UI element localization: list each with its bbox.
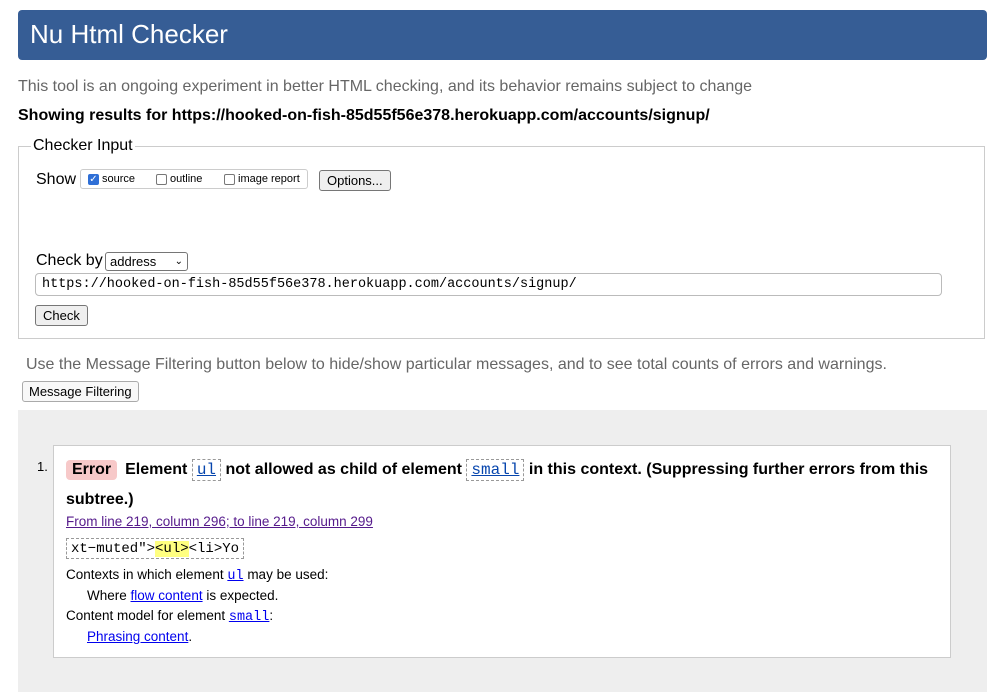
flow-content-link[interactable]: flow content: [131, 588, 203, 603]
element-code-small[interactable]: small: [466, 459, 525, 481]
extract-after: <li>Yo: [188, 541, 240, 557]
element-link-small[interactable]: small: [229, 610, 270, 625]
message-filtering-help: Use the Message Filtering button below t…: [26, 356, 887, 373]
context-text: .: [188, 629, 193, 644]
results-for-heading: Showing results for https://hooked-on-fi…: [18, 107, 710, 124]
check-by-label: Check by: [36, 252, 103, 269]
element-link-ul[interactable]: ul: [227, 569, 243, 584]
contexts-line: Contexts in which element ul may be used…: [66, 567, 328, 584]
context-text: is expected.: [206, 588, 279, 603]
context-text: may be used:: [247, 567, 329, 582]
show-source-checkbox[interactable]: ✓ source: [88, 173, 135, 185]
checkbox-empty-icon: [156, 173, 167, 185]
show-outline-label: outline: [170, 173, 203, 185]
source-extract: xt−muted"><ul><li>Yo: [66, 538, 245, 559]
checker-input-legend: Checker Input: [33, 137, 133, 154]
page-title: Nu Html Checker: [30, 19, 228, 49]
url-input[interactable]: https://hooked-on-fish-85d55f56e378.hero…: [35, 273, 942, 296]
check-by-select[interactable]: address ⌄: [105, 252, 188, 271]
checkbox-empty-icon: [224, 173, 235, 185]
checker-input-fieldset: Checker Input: [18, 137, 985, 339]
flow-content-line: Where flow content is expected.: [87, 588, 278, 603]
extract-before: xt−muted">: [71, 541, 156, 557]
message-filtering-button[interactable]: Message Filtering: [22, 381, 139, 402]
chevron-down-icon: ⌄: [174, 256, 183, 267]
check-by-value: address: [110, 254, 157, 269]
context-text: :: [269, 608, 274, 623]
intro-text: This tool is an ongoing experiment in be…: [18, 78, 753, 95]
phrasing-content-line: Phrasing content.: [87, 629, 192, 644]
context-text: Content model for element: [66, 608, 226, 623]
message-text-part: Element: [125, 461, 188, 478]
error-badge: Error: [66, 460, 118, 480]
message-text-part: not allowed as child of element: [225, 461, 462, 478]
phrasing-content-link[interactable]: Phrasing content: [87, 629, 188, 644]
show-image-report-label: image report: [238, 173, 300, 185]
show-label: Show: [36, 171, 77, 188]
element-code-ul[interactable]: ul: [191, 459, 222, 481]
extract-highlight: <ul>: [155, 541, 189, 557]
message-number: 1.: [37, 459, 48, 474]
error-location-link[interactable]: From line 219, column 296; to line 219, …: [66, 514, 373, 529]
show-outline-checkbox[interactable]: outline: [156, 173, 202, 185]
error-message-text: Error Element ul not allowed as child of …: [66, 455, 941, 514]
context-text: Where: [87, 588, 127, 603]
show-options-group: ✓ source outline image report: [80, 169, 308, 189]
checkbox-checked-icon: ✓: [88, 173, 99, 185]
show-source-label: source: [102, 173, 136, 185]
options-button[interactable]: Options...: [319, 170, 391, 191]
check-button[interactable]: Check: [35, 305, 88, 326]
content-model-line: Content model for element small:: [66, 608, 273, 625]
header-banner: Nu Html Checker: [18, 10, 987, 60]
show-image-report-checkbox[interactable]: image report: [224, 173, 300, 185]
context-text: Contexts in which element: [66, 567, 224, 582]
